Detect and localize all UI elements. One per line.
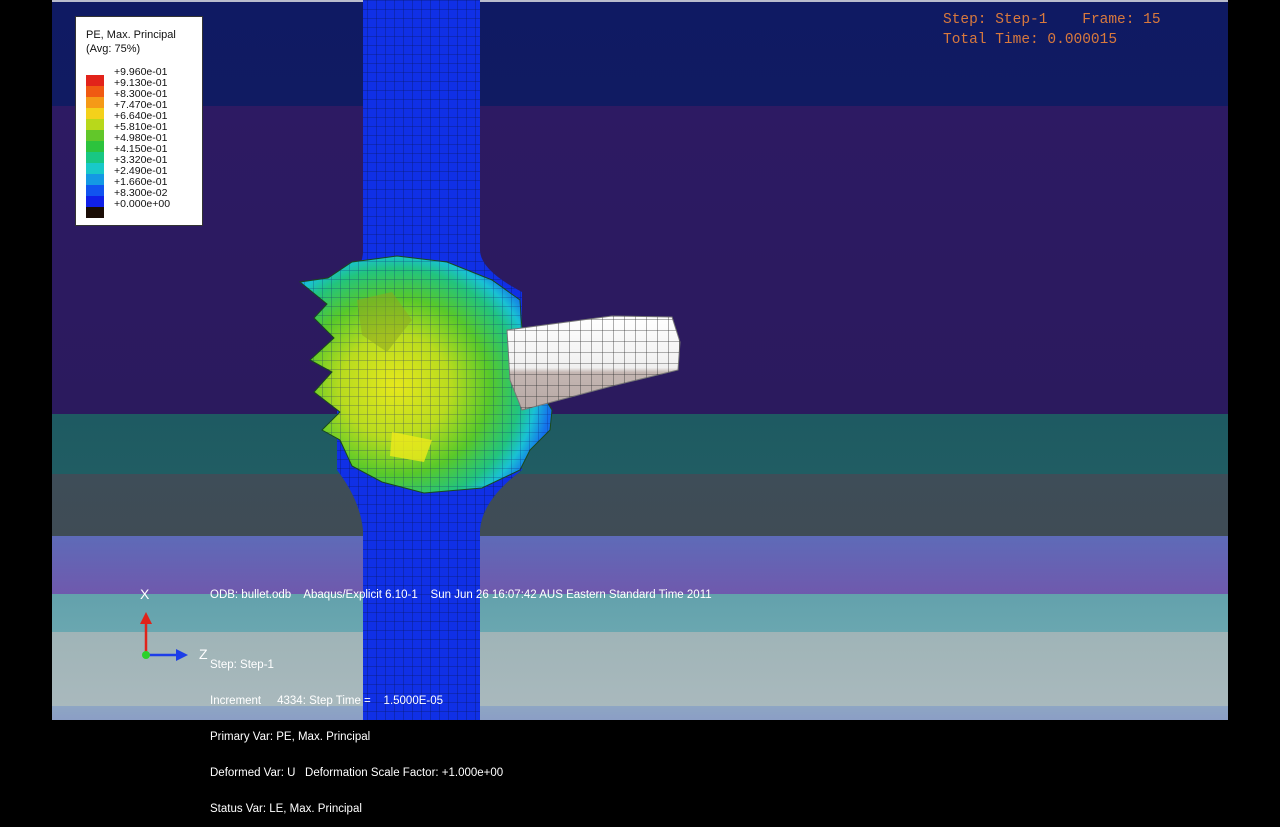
odb-info-line: ODB: bullet.odb Abaqus/Explicit 6.10-1 S… [210, 589, 712, 601]
triad-z-label: Z [199, 646, 208, 662]
legend-swatch [86, 64, 104, 75]
legend-swatch [86, 141, 104, 152]
legend-title-averaging: (Avg: 75%) [86, 43, 141, 55]
legend-swatches [86, 64, 104, 218]
legend-swatch [86, 163, 104, 174]
step-info-primary-var: Primary Var: PE, Max. Principal [210, 731, 371, 743]
triad-x-label: X [140, 586, 150, 602]
step-info-status-var: Status Var: LE, Max. Principal [210, 803, 362, 815]
step-info-deformed-var: Deformed Var: U Deformation Scale Factor… [210, 767, 504, 779]
legend-swatch [86, 108, 104, 119]
legend-swatch [86, 207, 104, 218]
legend-swatch [86, 86, 104, 97]
legend-swatch [86, 185, 104, 196]
step-info-increment: Increment 4334: Step Time = 1.5000E-05 [210, 695, 444, 707]
bullet [506, 315, 681, 411]
total-time-label: Total Time: [943, 32, 1039, 48]
legend-value: +0.000e+00 [114, 198, 171, 210]
legend-swatch [86, 130, 104, 141]
legend-swatch [86, 196, 104, 207]
legend-title: PE, Max. Principal (Avg: 75%) [86, 28, 176, 56]
step-label: Step: [943, 12, 987, 28]
legend-labels: +9.960e-01 +9.130e-01 +8.300e-01 +7.470e-01… [114, 67, 170, 210]
contour-legend: PE, Max. Principal (Avg: 75%) +9.960e-01… [75, 16, 203, 226]
legend-swatch [86, 119, 104, 130]
fem-model[interactable] [52, 0, 1228, 720]
legend-swatch [86, 97, 104, 108]
viewport[interactable] [52, 0, 1228, 720]
legend-swatch [86, 75, 104, 86]
frame-value: 15 [1143, 12, 1161, 28]
legend-title-variable: PE, Max. Principal [86, 29, 176, 41]
frame-label: Frame: [1082, 12, 1135, 28]
legend-swatch [86, 174, 104, 185]
view-triad: X Z [136, 586, 208, 666]
legend-swatch [86, 152, 104, 163]
frame-info: Step: Step-1 Frame: 15 Total Time: 0.000… [943, 10, 1161, 50]
total-time-value: 0.000015 [1047, 32, 1118, 48]
step-info-step: Step: Step-1 [210, 659, 274, 671]
step-info-block: Step: Step-1 Increment 4334: Step Time =… [210, 635, 503, 827]
step-value: Step-1 [995, 12, 1048, 28]
